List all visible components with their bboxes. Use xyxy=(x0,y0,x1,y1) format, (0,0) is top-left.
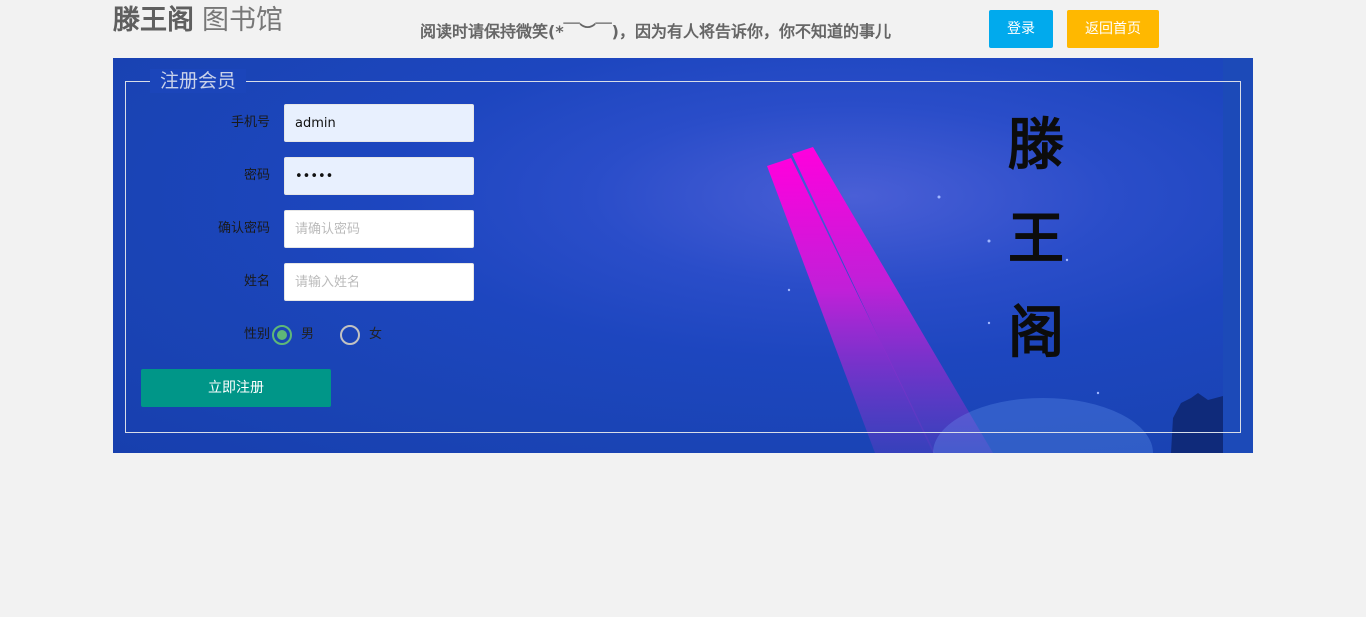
register-banner: 滕 王 阁 注册会员 手机号 密码 确认密码 姓名 性别 男 xyxy=(113,58,1253,453)
brand-main: 滕王阁 xyxy=(113,5,194,36)
gender-option-label: 女 xyxy=(369,327,383,342)
confirm-password-input[interactable] xyxy=(284,210,474,248)
phone-label: 手机号 xyxy=(230,115,270,130)
password-label: 密码 xyxy=(243,168,270,183)
form-legend: 注册会员 xyxy=(150,69,247,93)
phone-row: 手机号 xyxy=(126,104,486,142)
radio-checked-icon xyxy=(272,325,292,345)
password-input[interactable] xyxy=(284,157,474,195)
confirm-password-label: 确认密码 xyxy=(217,221,270,236)
register-fieldset: 注册会员 手机号 密码 确认密码 姓名 性别 男 女 xyxy=(125,69,1241,433)
radio-unchecked-icon xyxy=(340,325,360,345)
register-submit-button[interactable]: 立即注册 xyxy=(141,369,331,407)
site-logo: 滕王阁 图书馆 xyxy=(113,4,283,38)
brand-sub: 图书馆 xyxy=(202,5,283,36)
password-row: 密码 xyxy=(126,157,486,195)
gender-row: 性别 男 女 xyxy=(126,316,486,354)
name-row: 姓名 xyxy=(126,263,486,301)
confirm-password-row: 确认密码 xyxy=(126,210,486,248)
home-button[interactable]: 返回首页 xyxy=(1067,10,1159,48)
gender-option-label: 男 xyxy=(301,327,315,342)
name-input[interactable] xyxy=(284,263,474,301)
header-slogan: 阅读时请保持微笑(*￣︶￣)，因为有人将告诉你，你不知道的事儿 xyxy=(420,22,891,41)
login-button[interactable]: 登录 xyxy=(989,10,1053,48)
name-label: 姓名 xyxy=(243,274,270,289)
gender-label: 性别 xyxy=(243,327,270,342)
phone-input[interactable] xyxy=(284,104,474,142)
